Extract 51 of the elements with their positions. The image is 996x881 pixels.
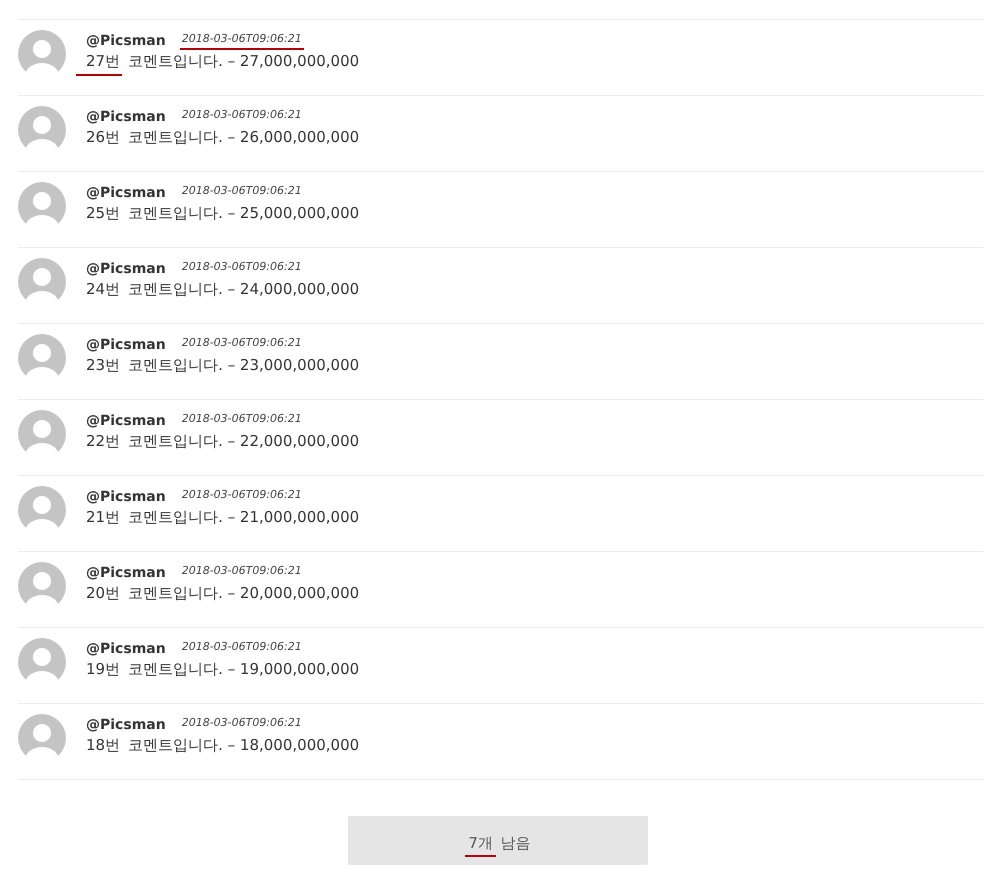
comment-date: 2018-03-06T09:06:21 [180,32,304,50]
author-name: @Picsman [86,413,166,429]
comment-date: 2018-03-06T09:06:21 [180,412,303,427]
avatar-icon [18,258,66,306]
author-name: @Picsman [86,109,166,125]
comment-number: 22번 [85,432,122,452]
comment-text: 코멘트입니다. – 24,000,000,000 [128,280,360,300]
comment-number: 25번 [85,204,122,224]
avatar-icon [18,410,66,458]
avatar-icon [18,30,66,78]
comment-number: 26번 [85,128,122,148]
avatar-icon [18,562,66,610]
author-name: @Picsman [86,337,166,353]
avatar-icon [18,714,66,762]
comment-number: 24번 [85,280,122,300]
avatar-icon [18,334,66,382]
comment-date: 2018-03-06T09:06:21 [180,640,303,655]
author-name: @Picsman [86,261,166,277]
comment-date: 2018-03-06T09:06:21 [180,260,303,275]
author-name: @Picsman [86,641,166,657]
comment-date: 2018-03-06T09:06:21 [180,184,303,199]
author-name: @Picsman [86,565,166,581]
avatar-icon [18,106,66,154]
avatar-icon [18,182,66,230]
comment-text: 코멘트입니다. – 21,000,000,000 [128,508,360,528]
author-name: @Picsman [86,33,166,49]
comment-number: 21번 [85,508,122,528]
comment-number: 19번 [85,660,122,680]
load-more-button[interactable]: 7개 남음 [348,816,648,865]
author-name: @Picsman [86,717,166,733]
comment-date: 2018-03-06T09:06:21 [180,488,303,503]
comment-text: 코멘트입니다. – 22,000,000,000 [128,432,360,452]
comment-date: 2018-03-06T09:06:21 [180,564,303,579]
avatar-icon [18,486,66,534]
comment-text: 코멘트입니다. – 23,000,000,000 [128,356,360,376]
author-name: @Picsman [86,185,166,201]
avatar-icon [18,638,66,686]
comment-text: 코멘트입니다. – 27,000,000,000 [128,52,360,72]
comment-text: 코멘트입니다. – 19,000,000,000 [128,660,360,680]
comment-text: 코멘트입니다. – 26,000,000,000 [128,128,360,148]
comment-number: 18번 [85,736,122,756]
comment-number: 23번 [85,356,122,376]
comment-text: 코멘트입니다. – 20,000,000,000 [128,584,360,604]
comment-date: 2018-03-06T09:06:21 [180,716,303,731]
comment-text: 코멘트입니다. – 18,000,000,000 [128,736,360,756]
comment-number: 27번 [76,52,122,76]
comment-date: 2018-03-06T09:06:21 [180,336,303,351]
comment-date: 2018-03-06T09:06:21 [180,108,303,123]
author-name: @Picsman [86,489,166,505]
comment-number: 20번 [85,584,122,604]
comment-text: 코멘트입니다. – 25,000,000,000 [128,204,360,224]
